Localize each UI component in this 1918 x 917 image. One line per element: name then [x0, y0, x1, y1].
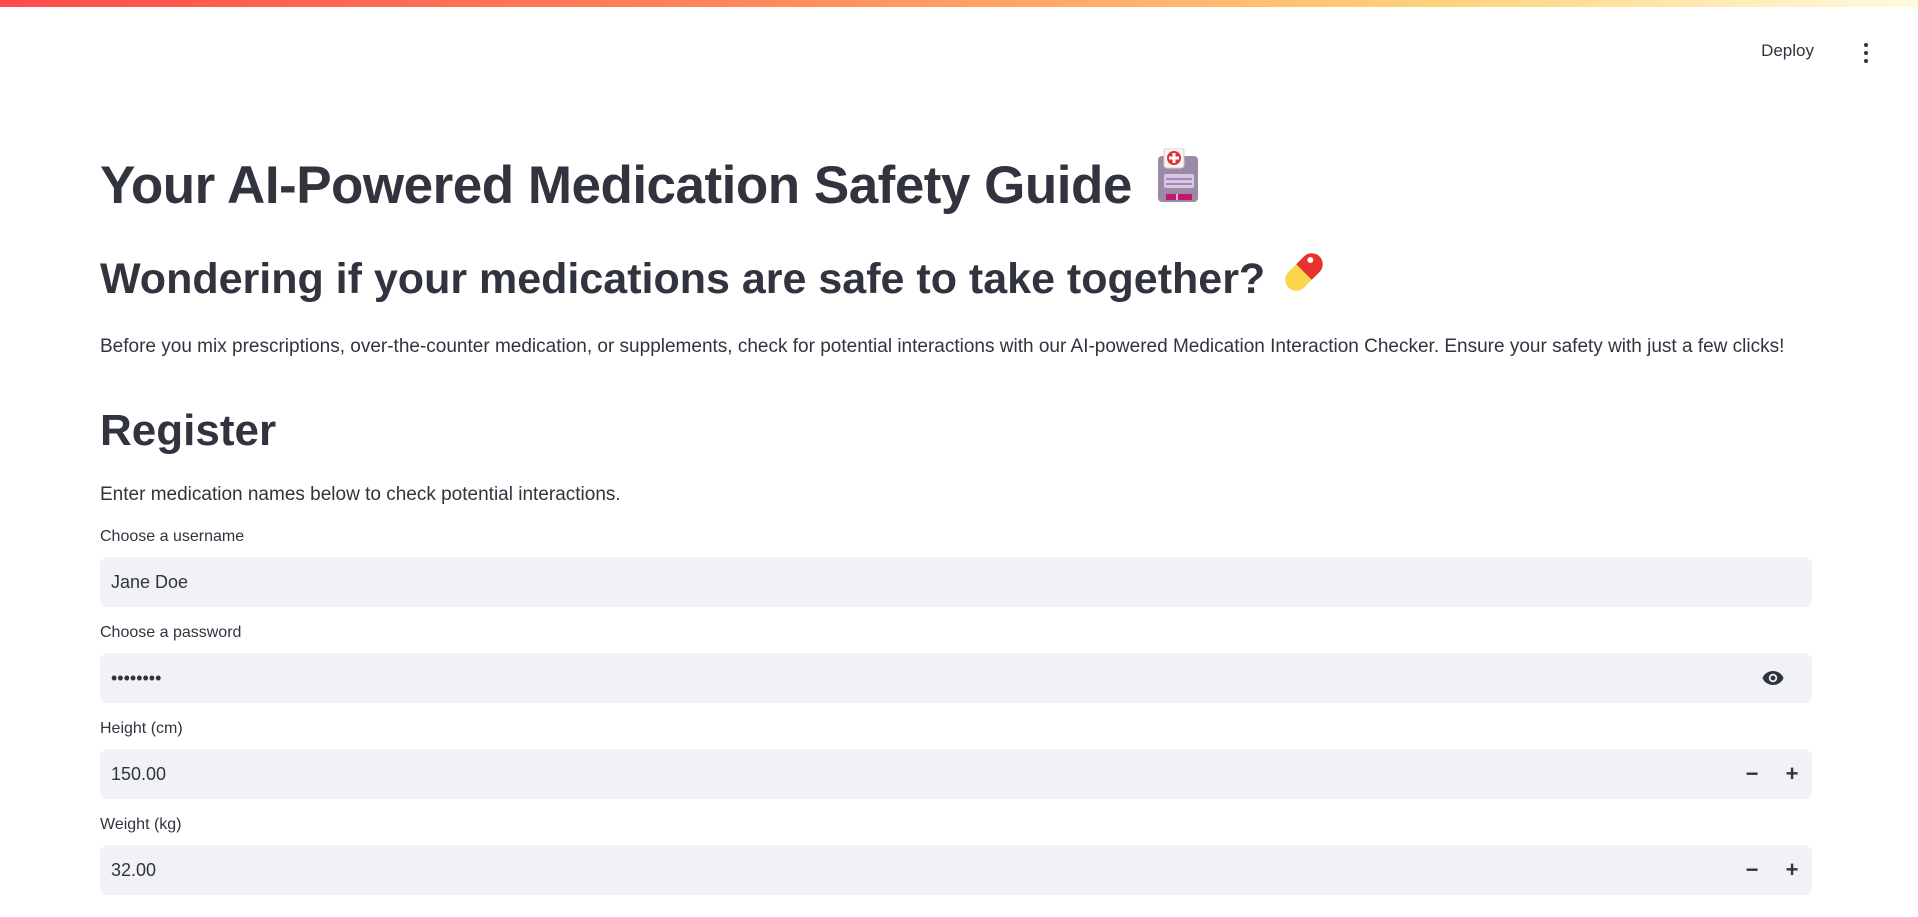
weight-decrement-button[interactable]: − [1732, 845, 1772, 895]
app-header: Deploy [0, 7, 1918, 95]
username-field-container [100, 557, 1812, 607]
top-decoration-bar [0, 0, 1918, 7]
height-label: Height (cm) [100, 720, 183, 737]
subtitle: Wondering if your medications are safe t… [100, 247, 1812, 311]
username-input[interactable] [111, 571, 1611, 593]
hospital-icon [1154, 147, 1202, 223]
height-increment-button[interactable]: + [1772, 749, 1812, 799]
page-title: Your AI-Powered Medication Safety Guide [100, 147, 1812, 223]
eye-icon[interactable] [1760, 666, 1786, 690]
main-content: Your AI-Powered Medication Safety Guide … [100, 147, 1812, 895]
weight-field-container: − + [100, 845, 1812, 895]
password-label: Choose a password [100, 624, 242, 641]
height-input[interactable] [111, 763, 1611, 785]
subtitle-text: Wondering if your medications are safe t… [100, 255, 1266, 303]
more-options-icon[interactable] [1854, 39, 1878, 67]
username-label: Choose a username [100, 528, 245, 545]
page-title-text: Your AI-Powered Medication Safety Guide [100, 155, 1132, 215]
weight-label: Weight (kg) [100, 816, 182, 833]
register-heading: Register [100, 406, 277, 455]
height-field-container: − + [100, 749, 1812, 799]
intro-text: Before you mix prescriptions, over-the-c… [100, 336, 1785, 357]
weight-increment-button[interactable]: + [1772, 845, 1812, 895]
password-field-container [100, 653, 1812, 703]
register-description: Enter medication names below to check po… [100, 484, 621, 505]
height-decrement-button[interactable]: − [1732, 749, 1772, 799]
password-input[interactable] [111, 667, 1611, 689]
weight-input[interactable] [111, 859, 1611, 881]
pill-icon [1279, 247, 1329, 311]
deploy-button[interactable]: Deploy [1753, 37, 1822, 65]
